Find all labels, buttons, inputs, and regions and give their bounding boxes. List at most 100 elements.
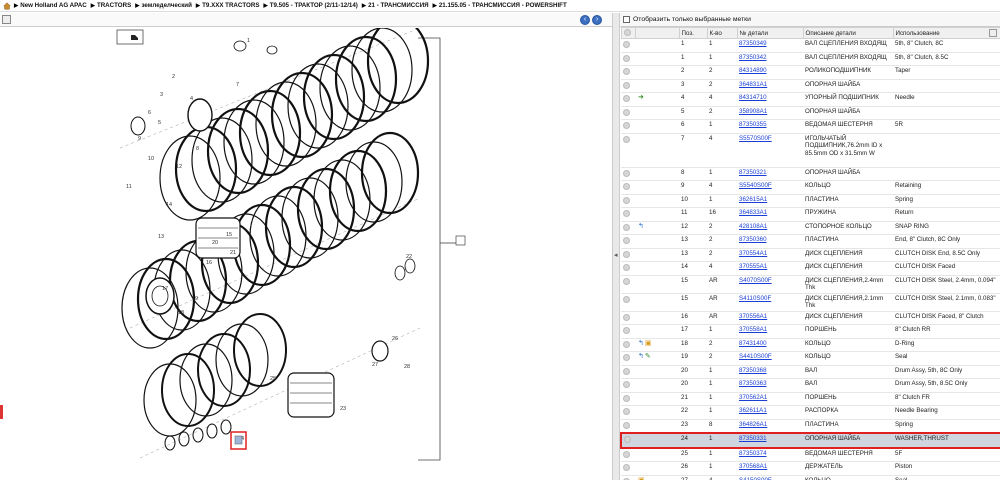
- home-icon[interactable]: [3, 1, 11, 10]
- breadcrumb-item[interactable]: ▶ New Holland AG APAC: [14, 2, 87, 9]
- previous-diagram-button[interactable]: ‹: [580, 15, 590, 25]
- circle-icon[interactable]: [623, 108, 630, 116]
- circle-icon[interactable]: [623, 122, 630, 129]
- callout-number[interactable]: 13: [158, 234, 164, 240]
- circle-icon[interactable]: [623, 196, 630, 204]
- part-number-link[interactable]: S5540S00F: [739, 182, 772, 189]
- table-row[interactable]: 25 1 87350374 ВЕДОМАЯ ШЕСТЕРНЯ 5F: [621, 447, 1000, 462]
- table-row[interactable]: 8 1 87350321 ОПОРНАЯ ШАЙБА: [621, 167, 1000, 181]
- part-number-link[interactable]: 87350363: [739, 380, 767, 387]
- callout-number[interactable]: 20: [212, 240, 218, 246]
- callout-number[interactable]: 26: [392, 336, 398, 342]
- part-number-link[interactable]: 370555A1: [739, 263, 767, 270]
- callout-number[interactable]: 5: [158, 120, 161, 126]
- table-row[interactable]: ↰✎ 19 2 S4410S00F КОЛЬЦО Seal: [621, 351, 1000, 366]
- row-marker[interactable]: [621, 79, 635, 93]
- circle-icon[interactable]: [623, 223, 630, 231]
- table-row[interactable]: 26 1 370568A1 ДЕРЖАТЕЛЬ Piston: [621, 461, 1000, 476]
- table-row[interactable]: 15 AR S4070S00F ДИСК СЦЕПЛЕНИЯ,2.4mm Thk CLU…: [621, 275, 1000, 294]
- circle-icon[interactable]: [623, 408, 630, 415]
- callout-number[interactable]: 1: [247, 38, 250, 44]
- breadcrumb-item[interactable]: ▶ T9.505 - ТРАКТОР (2/11-12/14): [263, 2, 357, 9]
- part-number-link[interactable]: 84314890: [739, 67, 767, 74]
- part-number-link[interactable]: S4110S00F: [739, 295, 771, 302]
- package-icon[interactable]: ▣: [645, 340, 652, 347]
- circle-icon[interactable]: [623, 295, 630, 303]
- callout-number[interactable]: 9: [138, 136, 141, 142]
- row-marker[interactable]: [621, 461, 635, 476]
- part-number-link[interactable]: S5570S00F: [739, 135, 772, 142]
- part-number-link[interactable]: 87350331: [739, 435, 767, 442]
- callout-number[interactable]: 7: [236, 82, 239, 88]
- row-marker[interactable]: [621, 194, 635, 208]
- row-marker[interactable]: [621, 293, 635, 312]
- filter-checkbox[interactable]: [623, 16, 630, 23]
- row-marker[interactable]: [621, 338, 635, 352]
- part-number-link[interactable]: 428108A1: [739, 223, 767, 230]
- table-row[interactable]: 16 AR 370556A1 ДИСК СЦЕПЛЕНИЯ CLUTCH DISK Fa…: [621, 311, 1000, 325]
- circle-icon[interactable]: [623, 81, 630, 89]
- breadcrumb-item[interactable]: ▶ TRACTORS: [91, 2, 132, 9]
- part-number-link[interactable]: S4150S00F: [739, 477, 772, 480]
- table-row[interactable]: 21 1 370562A1 ПОРШЕНЬ 8" Clutch FR: [621, 392, 1000, 406]
- table-row[interactable]: 7 4 S5570S00F ИГОЛЬЧАТЫЙ ПОДШИПНИК,76.2mm I…: [621, 133, 1000, 168]
- part-number-link[interactable]: 370568A1: [739, 463, 767, 470]
- circle-icon[interactable]: [623, 421, 630, 429]
- part-number-link[interactable]: S4070S00F: [739, 277, 772, 284]
- column-header[interactable]: Описание детали: [802, 27, 894, 39]
- part-number-link[interactable]: 87350355: [739, 121, 767, 128]
- table-row[interactable]: 20 1 87350363 ВАЛ Drum Assy, 5th, 8.5C Only: [621, 378, 1000, 393]
- circle-icon[interactable]: [623, 41, 630, 48]
- row-marker[interactable]: [621, 167, 635, 181]
- part-number-link[interactable]: 370562A1: [739, 394, 767, 401]
- circle-icon[interactable]: [623, 264, 630, 271]
- column-header[interactable]: [620, 27, 636, 39]
- table-row[interactable]: 15 AR S4110S00F ДИСК СЦЕПЛЕНИЯ,2.1mm Thk CLU…: [621, 293, 1000, 312]
- circle-icon[interactable]: [623, 340, 630, 348]
- row-marker[interactable]: [621, 221, 635, 235]
- callout-number[interactable]: 28: [404, 364, 410, 370]
- table-row[interactable]: 23 8 364826A1 ПЛАСТИНА Spring: [621, 419, 1000, 434]
- table-row[interactable]: 11 16 364833A1 ПРУЖИНА Return: [621, 207, 1000, 222]
- breadcrumb-item[interactable]: ▶ T9.XXX TRACTORS: [196, 2, 260, 9]
- part-number-link[interactable]: 84314710: [739, 94, 767, 101]
- circle-icon[interactable]: [623, 183, 630, 190]
- table-row[interactable]: 9 4 S5540S00F КОЛЬЦО Retaining: [621, 180, 1000, 195]
- part-number-link[interactable]: 370558A1: [739, 326, 767, 333]
- part-number-link[interactable]: 87431400: [739, 340, 767, 347]
- table-row[interactable]: 3 2 364831A1 ОПОРНАЯ ШАЙБА: [621, 79, 1000, 93]
- part-number-link[interactable]: S4410S00F: [739, 353, 772, 360]
- circle-icon[interactable]: [623, 250, 630, 258]
- circle-icon[interactable]: [623, 381, 630, 388]
- table-row[interactable]: 6 1 87350355 ВЕДОМАЯ ШЕСТЕРНЯ 5R: [621, 119, 1000, 134]
- table-row[interactable]: 24 1 87350331 ОПОРНАЯ ШАЙБА WASHER,THRUST: [620, 432, 1000, 449]
- table-row[interactable]: ➜ 4 4 84314710 УПОРНЫЙ ПОДШИПНИК Needle: [621, 92, 1000, 107]
- row-marker[interactable]: [621, 405, 635, 420]
- circle-icon[interactable]: [623, 354, 630, 361]
- row-marker[interactable]: [621, 65, 635, 80]
- row-marker[interactable]: [621, 378, 635, 393]
- column-header[interactable]: Поз.: [678, 27, 708, 39]
- circle-icon[interactable]: [623, 450, 630, 458]
- row-marker[interactable]: [621, 207, 635, 222]
- collapse-arrow-icon[interactable]: ◂: [614, 251, 618, 259]
- circle-icon[interactable]: [623, 169, 630, 177]
- table-row[interactable]: 1 1 87350349 ВАЛ СЦЕПЛЕНИЯ ВХОДЯЩ 5th, 8" Cl…: [621, 38, 1000, 53]
- row-marker[interactable]: [621, 92, 635, 107]
- row-marker[interactable]: [621, 475, 635, 480]
- breadcrumb-item[interactable]: ▶ земледелческий: [135, 2, 192, 9]
- circle-icon[interactable]: [623, 277, 630, 285]
- circle-icon[interactable]: [623, 95, 630, 102]
- table-row[interactable]: 10 1 362615A1 ПЛАСТИНА Spring: [621, 194, 1000, 208]
- part-number-link[interactable]: 87350374: [739, 450, 767, 457]
- table-row[interactable]: 17 1 370558A1 ПОРШЕНЬ 8" Clutch RR: [621, 324, 1000, 339]
- next-diagram-button[interactable]: ›: [592, 15, 602, 25]
- callout-number[interactable]: 16: [206, 260, 212, 266]
- circle-icon[interactable]: [623, 367, 630, 375]
- table-row[interactable]: ▣ 27 4 S4150S00F КОЛЬЦО Seal: [621, 475, 1000, 480]
- callout-number[interactable]: 3: [160, 92, 163, 98]
- pane-splitter[interactable]: ◂: [612, 13, 620, 480]
- column-header[interactable]: Использование: [892, 27, 1000, 39]
- callout-number[interactable]: 12: [176, 164, 182, 170]
- note-icon[interactable]: ✎: [645, 353, 651, 360]
